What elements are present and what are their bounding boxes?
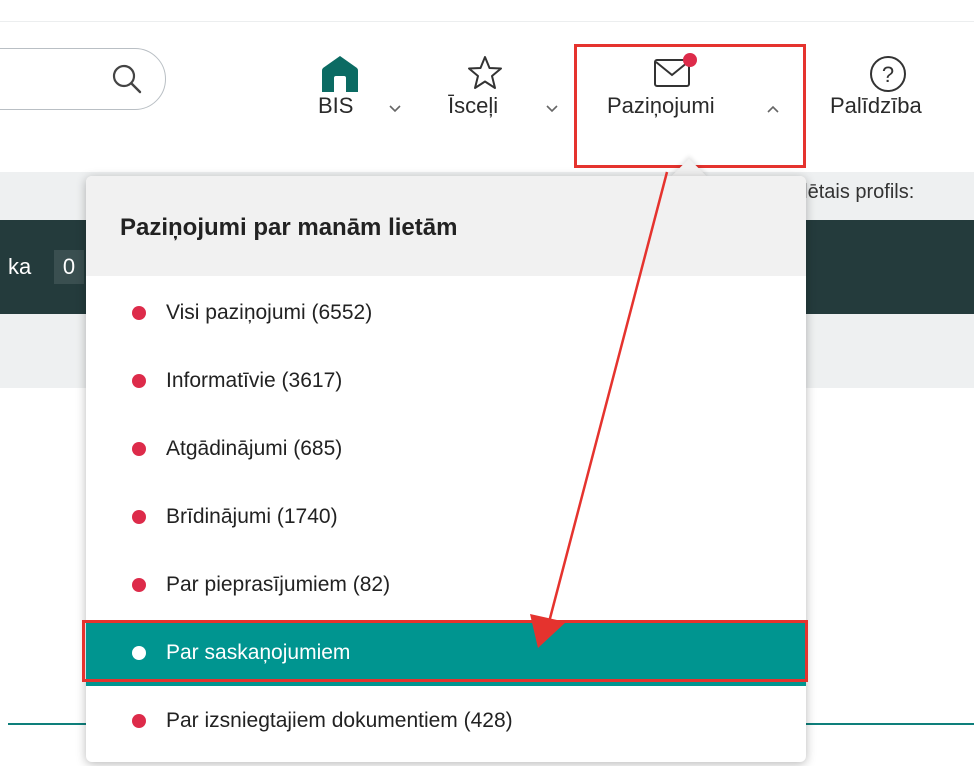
dropdown-header: Paziņojumi par manām lietām <box>86 176 806 276</box>
dropdown-title: Paziņojumi par manām lietām <box>120 214 458 241</box>
nav-bis-label: BIS <box>318 93 354 118</box>
menu-item-label: Par izsniegtajiem dokumentiem (428) <box>166 709 513 732</box>
top-strip <box>0 0 974 22</box>
bullet-dot-icon <box>132 578 146 592</box>
menu-item-label: Informatīvie (3617) <box>166 369 343 392</box>
star-icon <box>468 56 502 89</box>
menu-item-all-notifications[interactable]: Visi paziņojumi (6552) <box>86 280 806 346</box>
menu-item-label: Par pieprasījumiem (82) <box>166 573 391 596</box>
nav-shortcuts-label: Īsceļi <box>448 93 499 118</box>
profile-label: ēlētais profils: <box>792 181 915 203</box>
menu-item-label: Brīdinājumi (1740) <box>166 505 338 528</box>
bullet-dot-icon <box>132 442 146 456</box>
chevron-down-icon <box>546 105 558 113</box>
menu-item-label: Atgādinājumi (685) <box>166 437 343 460</box>
dark-banner-count: 0 <box>54 250 84 284</box>
svg-text:?: ? <box>882 62 894 87</box>
search-input[interactable] <box>0 48 166 110</box>
menu-item-warnings[interactable]: Brīdinājumi (1740) <box>86 484 806 550</box>
menu-item-reminders[interactable]: Atgādinājumi (685) <box>86 416 806 482</box>
bullet-dot-icon <box>132 714 146 728</box>
highlight-approvals-box <box>82 620 808 682</box>
menu-item-issued-documents[interactable]: Par izsniegtajiem dokumentiem (428) <box>86 688 806 754</box>
home-icon <box>322 56 358 92</box>
menu-item-label: Visi paziņojumi (6552) <box>166 301 373 324</box>
dark-banner-text: ka <box>8 254 32 279</box>
bullet-dot-icon <box>132 374 146 388</box>
bullet-dot-icon <box>132 306 146 320</box>
search-icon[interactable] <box>111 63 143 95</box>
bullet-dot-icon <box>132 510 146 524</box>
nav-help-label: Palīdzība <box>830 93 922 118</box>
menu-item-requests[interactable]: Par pieprasījumiem (82) <box>86 552 806 618</box>
menu-item-informative[interactable]: Informatīvie (3617) <box>86 348 806 414</box>
chevron-down-icon <box>389 105 401 113</box>
highlight-notifications-box <box>574 44 806 168</box>
help-icon: ? <box>870 56 906 92</box>
